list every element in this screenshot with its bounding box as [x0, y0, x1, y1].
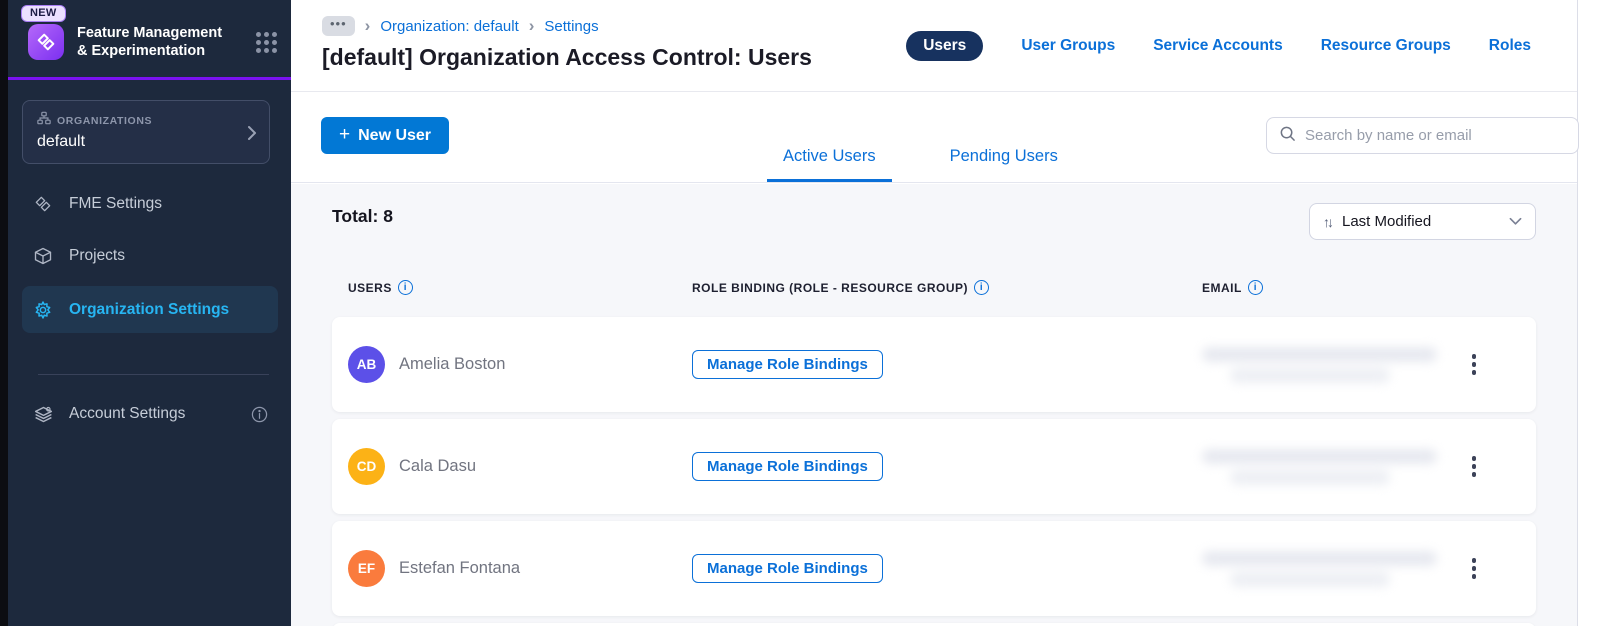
sidebar-divider [38, 374, 269, 375]
avatar: CD [348, 448, 385, 485]
sidebar-item-fme-settings[interactable]: FME Settings [22, 182, 278, 226]
avatar: EF [348, 550, 385, 587]
sidebar-item-label: FME Settings [69, 195, 163, 212]
sidebar-header: NEW Feature Management & Experimentation [8, 0, 291, 80]
tab-active-users[interactable]: Active Users [767, 147, 892, 182]
tab-pending-users[interactable]: Pending Users [934, 147, 1074, 182]
info-icon[interactable]: i [1247, 280, 1263, 295]
org-hierarchy-icon [37, 111, 51, 130]
content-area: Total: 8 ↑↓ Last Modified USERS i ROLE B… [291, 184, 1577, 626]
sidebar: NEW Feature Management & Experimentation [8, 0, 291, 626]
chevron-down-icon [1509, 217, 1522, 225]
new-badge: NEW [21, 5, 66, 22]
page-title: [default] Organization Access Control: U… [322, 44, 812, 70]
desktop-edge-strip [0, 0, 8, 626]
tab-resource-groups[interactable]: Resource Groups [1321, 37, 1451, 55]
kebab-menu-icon[interactable] [1452, 554, 1496, 583]
fme-settings-icon [32, 194, 54, 214]
user-name: Estefan Fontana [399, 559, 521, 577]
tab-roles[interactable]: Roles [1489, 37, 1531, 55]
user-name: Cala Dasu [399, 457, 477, 475]
app-title: Feature Management & Experimentation [77, 25, 223, 59]
email-redacted [1202, 550, 1437, 587]
user-name: Amelia Boston [399, 355, 506, 373]
manage-role-bindings-button[interactable]: Manage Role Bindings [692, 554, 883, 583]
column-header-label: EMAIL [1202, 280, 1242, 295]
column-header-label: ROLE BINDING (ROLE - RESOURCE GROUP) [692, 280, 969, 295]
access-control-tabs: Users User Groups Service Accounts Resou… [906, 31, 1531, 61]
breadcrumb: ••• › Organization: default › Settings [322, 16, 599, 36]
org-selector-value: default [37, 133, 86, 150]
avatar: AB [348, 346, 385, 383]
app-grid-icon[interactable] [256, 31, 277, 53]
sort-dropdown[interactable]: ↑↓ Last Modified [1309, 203, 1536, 240]
table-row: CD Cala Dasu Manage Role Bindings [332, 419, 1536, 514]
cube-icon [32, 246, 54, 266]
sidebar-item-label: Account Settings [69, 405, 186, 422]
chevron-separator-icon: › [528, 16, 535, 35]
email-redacted [1202, 448, 1437, 485]
new-user-button-label: New User [358, 126, 432, 144]
window-right-gutter [1578, 0, 1600, 626]
new-user-button[interactable]: + New User [321, 117, 450, 154]
main-panel: ••• › Organization: default › Settings [… [291, 0, 1579, 626]
manage-role-bindings-button[interactable]: Manage Role Bindings [692, 452, 883, 481]
column-header-label: USERS [348, 280, 392, 295]
table-header-row: USERS i ROLE BINDING (ROLE - RESOURCE GR… [332, 280, 1536, 295]
sort-arrows-icon: ↑↓ [1323, 213, 1334, 230]
organization-selector[interactable]: ORGANIZATIONS default [22, 100, 270, 164]
column-header-users: USERS i [348, 280, 692, 295]
sidebar-item-label: Projects [69, 247, 125, 264]
column-header-role-binding: ROLE BINDING (ROLE - RESOURCE GROUP) i [692, 280, 1202, 295]
breadcrumb-settings-link[interactable]: Settings [544, 18, 598, 35]
fme-logo-icon [28, 24, 64, 60]
user-state-tabs: Active Users Pending Users [767, 147, 1074, 182]
sort-dropdown-value: Last Modified [1342, 213, 1432, 230]
kebab-menu-icon[interactable] [1452, 452, 1496, 481]
info-icon[interactable]: i [974, 280, 990, 295]
search-input[interactable] [1305, 127, 1566, 144]
info-icon[interactable]: i [397, 280, 413, 295]
sidebar-item-projects[interactable]: Projects [22, 234, 278, 278]
page-header: ••• › Organization: default › Settings [… [291, 0, 1577, 92]
tab-service-accounts[interactable]: Service Accounts [1153, 37, 1283, 55]
kebab-menu-icon[interactable] [1452, 350, 1496, 379]
user-rows: AB Amelia Boston Manage Role Bindings CD… [332, 317, 1536, 626]
gear-icon [32, 300, 54, 320]
breadcrumb-ellipsis[interactable]: ••• [322, 16, 355, 36]
org-selector-label: ORGANIZATIONS [57, 114, 153, 127]
sidebar-item-account-settings[interactable]: Account Settings [22, 392, 278, 436]
column-header-email: EMAIL i [1202, 280, 1440, 295]
breadcrumb-organization-link[interactable]: Organization: default [380, 18, 518, 35]
chevron-separator-icon: › [364, 16, 371, 35]
manage-role-bindings-button[interactable]: Manage Role Bindings [692, 350, 883, 379]
search-icon [1279, 125, 1296, 147]
toolbar: + New User Active Users Pending Users [291, 92, 1579, 183]
email-redacted [1202, 346, 1437, 383]
sidebar-item-label: Organization Settings [69, 300, 230, 318]
table-row: EF Estefan Fontana Manage Role Bindings [332, 521, 1536, 616]
info-icon[interactable] [251, 406, 268, 423]
sidebar-nav: FME Settings Projects Organization Setti… [22, 182, 278, 341]
screen: NEW Feature Management & Experimentation [0, 0, 1600, 626]
plus-icon: + [339, 123, 351, 145]
table-row: AB Amelia Boston Manage Role Bindings [332, 317, 1536, 412]
tab-users[interactable]: Users [906, 31, 984, 61]
sidebar-item-organization-settings[interactable]: Organization Settings [22, 286, 278, 333]
tab-user-groups[interactable]: User Groups [1021, 37, 1115, 55]
layers-gear-icon [32, 404, 54, 425]
total-count: Total: 8 [332, 206, 393, 226]
search-box [1266, 117, 1579, 154]
chevron-right-icon [247, 125, 257, 146]
